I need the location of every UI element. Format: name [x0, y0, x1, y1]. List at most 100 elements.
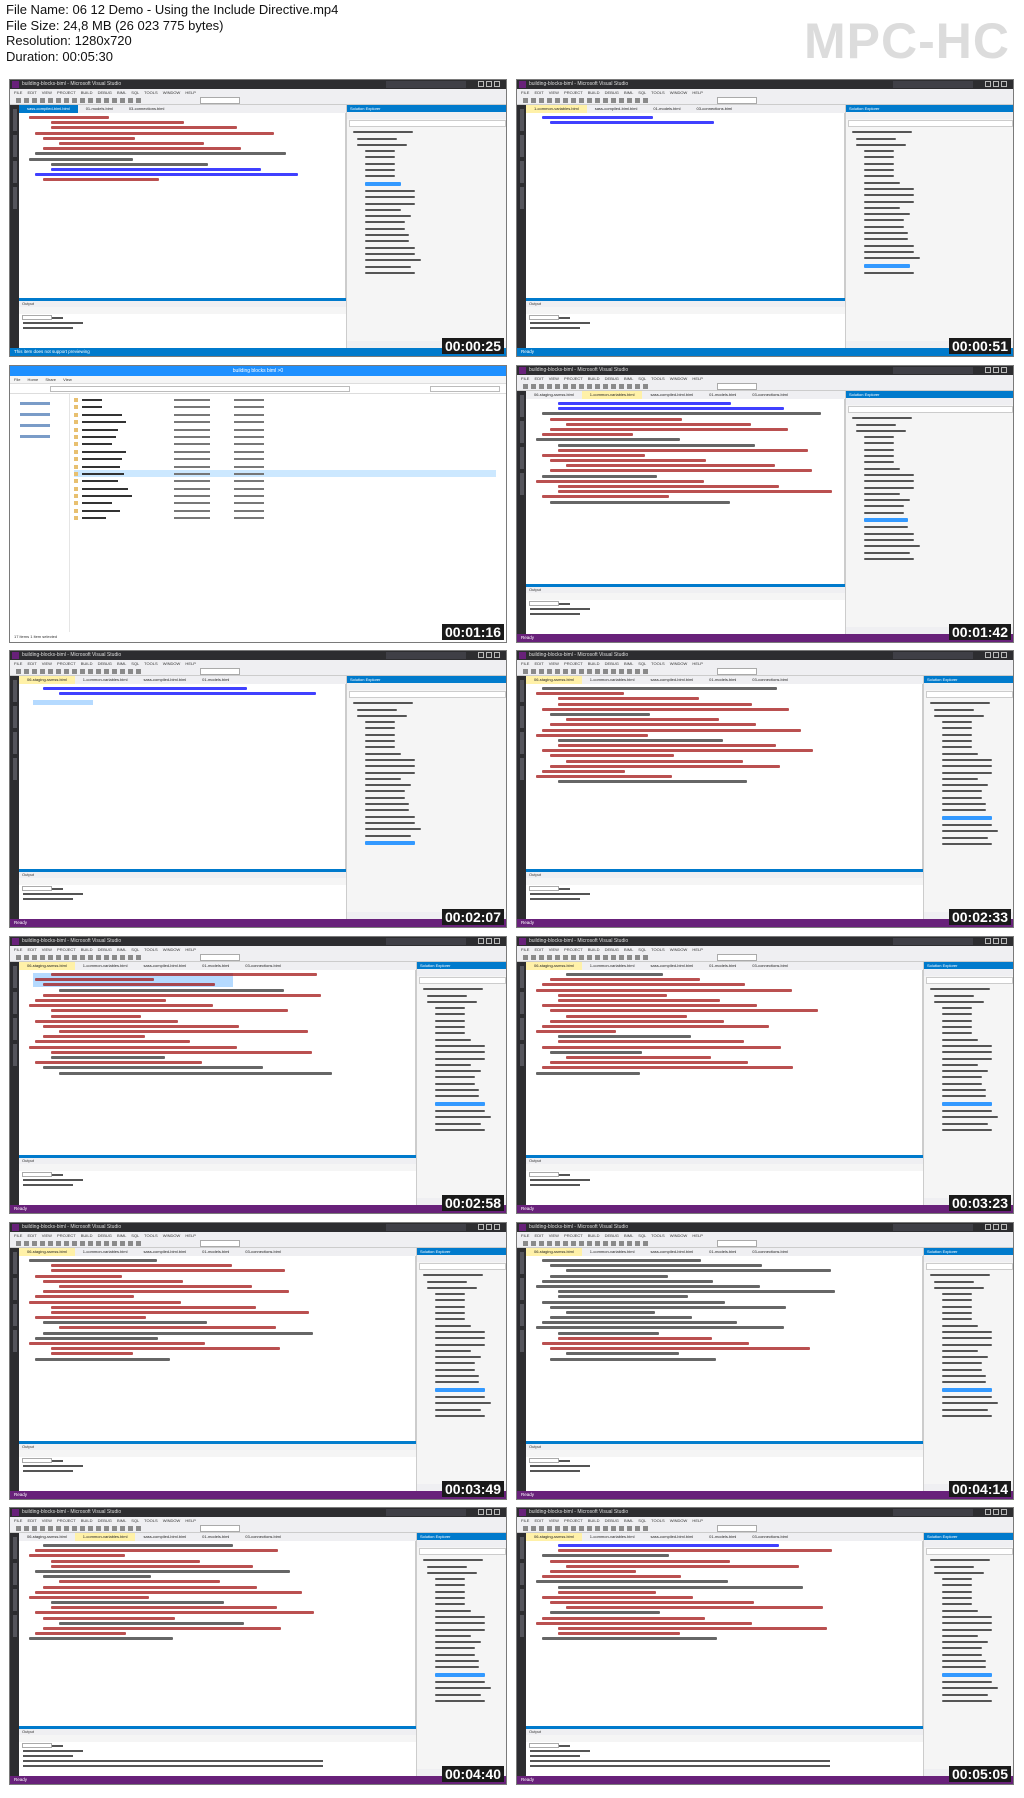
toolbar-icon[interactable] [595, 955, 600, 960]
toolbar-icon[interactable] [48, 669, 53, 674]
output-source-dropdown[interactable] [22, 1172, 52, 1177]
code-editor[interactable] [19, 1541, 416, 1726]
toolbar-icon[interactable] [16, 955, 21, 960]
solution-explorer-search[interactable] [926, 977, 1013, 984]
solution-tree-item[interactable] [365, 784, 411, 787]
solution-tree-item[interactable] [365, 803, 409, 806]
toolbar-icon[interactable] [619, 1526, 624, 1531]
document-tab[interactable]: 01-models.biml [194, 676, 237, 684]
toolbar-icon[interactable] [547, 98, 552, 103]
quick-launch-box[interactable] [893, 1509, 973, 1516]
solution-explorer[interactable]: Solution Explorer [923, 962, 1013, 1205]
toolbar-icon[interactable] [16, 669, 21, 674]
toolbar-icon[interactable] [547, 1526, 552, 1531]
document-tab[interactable]: 03-connections.biml [237, 1248, 289, 1256]
thumbnail-frame[interactable]: building blocks biml >0 File Home Share V… [9, 365, 507, 643]
solution-tree-item[interactable] [942, 740, 972, 743]
output-source-dropdown[interactable] [529, 886, 559, 891]
solution-tree-item[interactable] [435, 1362, 475, 1365]
solution-explorer[interactable]: Solution Explorer [416, 1533, 506, 1776]
toolbar-icon[interactable] [547, 669, 552, 674]
solution-tree-item[interactable] [864, 206, 900, 209]
solution-tree-item[interactable] [864, 181, 900, 184]
toolbar-icon[interactable] [24, 1526, 29, 1531]
document-tab[interactable]: sass-compiled-biml.biml [642, 1533, 701, 1541]
toolbar-icon[interactable] [643, 669, 648, 674]
solution-tree-item[interactable] [864, 244, 914, 247]
solution-tree-item[interactable] [864, 557, 914, 560]
document-tab[interactable]: 03-connections.biml [744, 391, 796, 399]
solution-tree-item[interactable] [365, 727, 395, 730]
toolbar-icon[interactable] [627, 955, 632, 960]
configuration-dropdown[interactable] [200, 954, 240, 961]
toolbar-icon[interactable] [72, 1241, 77, 1246]
nav-item[interactable] [20, 424, 50, 427]
toolbar-icon[interactable] [611, 1241, 616, 1246]
toolbar-icon[interactable] [555, 669, 560, 674]
solution-tree-item[interactable] [942, 1128, 992, 1131]
solution-tree-item[interactable] [435, 1070, 481, 1073]
solution-tree-item[interactable] [864, 455, 894, 458]
solution-explorer[interactable]: Solution Explorer [845, 391, 1013, 634]
solution-tree-item[interactable] [864, 505, 904, 508]
file-row[interactable] [74, 492, 496, 499]
thumbnail-frame[interactable]: building-blocks-biml - Microsoft Visual … [9, 1222, 507, 1500]
toolbar[interactable] [10, 1239, 506, 1248]
solution-tree-item[interactable] [435, 1122, 481, 1125]
side-tab[interactable] [520, 732, 524, 754]
solution-tree-item[interactable] [435, 1653, 475, 1656]
solution-tree-item[interactable] [942, 1349, 978, 1352]
solution-tree-item[interactable] [435, 1356, 481, 1359]
solution-tree-item[interactable] [864, 175, 894, 178]
solution-tree-item[interactable] [365, 169, 395, 172]
solution-tree-item[interactable] [942, 1038, 978, 1041]
solution-tree-item[interactable] [365, 175, 395, 178]
toolbar-icon[interactable] [80, 1241, 85, 1246]
code-editor[interactable] [526, 684, 923, 869]
solution-tree-item[interactable] [942, 1044, 992, 1047]
solution-explorer[interactable]: Solution Explorer [923, 1248, 1013, 1491]
solution-tree-item[interactable] [942, 823, 992, 826]
toolbar[interactable] [517, 382, 1013, 391]
solution-tree-item[interactable] [365, 240, 409, 243]
solution-tree-item[interactable] [864, 257, 920, 260]
toolbar-icon[interactable] [40, 669, 45, 674]
toolbar-icon[interactable] [64, 669, 69, 674]
code-editor[interactable] [19, 113, 346, 298]
toolbar-icon[interactable] [80, 98, 85, 103]
toolbar-icon[interactable] [611, 98, 616, 103]
solution-tree-item[interactable] [435, 1408, 481, 1411]
toolbar-icon[interactable] [563, 98, 568, 103]
document-tab[interactable]: 01-models.biml [701, 1248, 744, 1256]
file-row[interactable] [74, 426, 496, 433]
close-icon[interactable] [1001, 652, 1007, 658]
solution-tree-item[interactable] [942, 1356, 988, 1359]
file-list[interactable] [74, 396, 496, 522]
quick-launch-box[interactable] [386, 938, 466, 945]
solution-tree-item[interactable] [357, 137, 397, 140]
toolbar[interactable] [517, 953, 1013, 962]
document-tab[interactable]: 06-staging-ssmss.biml [526, 391, 582, 399]
side-tab[interactable] [520, 966, 524, 988]
side-tab[interactable] [13, 1252, 17, 1274]
side-tab[interactable] [520, 1330, 524, 1352]
solution-tree-item[interactable] [365, 246, 415, 249]
menu-bar[interactable]: FILE EDIT VIEW PROJECT BUILD DEBUG BIML … [517, 1232, 1013, 1239]
output-panel[interactable]: Output [19, 298, 346, 350]
toolbar-icon[interactable] [64, 1241, 69, 1246]
configuration-dropdown[interactable] [717, 1240, 757, 1247]
document-tab[interactable]: sass-compiled-biml.biml [135, 1248, 194, 1256]
solution-tree-item[interactable] [435, 1590, 465, 1593]
document-tab[interactable]: 03-connections.biml [237, 1533, 289, 1541]
solution-tree-item[interactable] [942, 1368, 982, 1371]
solution-tree-item[interactable] [365, 271, 415, 274]
solution-tree-item[interactable] [435, 1603, 465, 1606]
solution-tree-item[interactable] [435, 1109, 485, 1112]
toolbar-icon[interactable] [96, 1241, 101, 1246]
document-tab[interactable]: 1-common-variables.biml [582, 1533, 643, 1541]
file-row[interactable] [74, 433, 496, 440]
toolbar-icon[interactable] [619, 98, 624, 103]
configuration-dropdown[interactable] [200, 1240, 240, 1247]
side-tab[interactable] [13, 992, 17, 1014]
solution-tree-item[interactable] [864, 194, 914, 197]
